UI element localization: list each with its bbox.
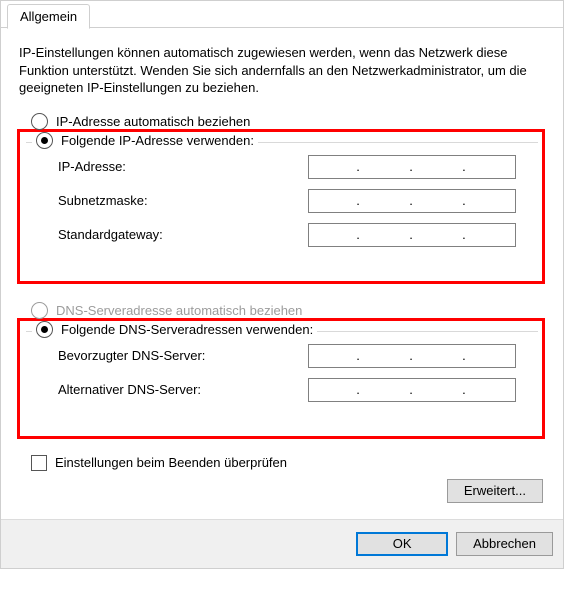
tab-general-label: Allgemein bbox=[20, 9, 77, 24]
validate-on-exit-label: Einstellungen beim Beenden überprüfen bbox=[55, 455, 287, 470]
radio-dns-manual[interactable] bbox=[36, 321, 53, 338]
tab-body: IP-Einstellungen können automatisch zuge… bbox=[1, 28, 563, 519]
ip-address-input[interactable]: . . . bbox=[308, 155, 516, 179]
tab-general[interactable]: Allgemein bbox=[7, 4, 90, 29]
dialog-footer: OK Abbrechen bbox=[1, 519, 563, 568]
advanced-button[interactable]: Erweitert... bbox=[447, 479, 543, 503]
preferred-dns-label: Bevorzugter DNS-Server: bbox=[58, 348, 308, 363]
subnet-mask-input[interactable]: . . . bbox=[308, 189, 516, 213]
radio-dns-manual-label: Folgende DNS-Serveradressen verwenden: bbox=[61, 322, 313, 337]
alternate-dns-label: Alternativer DNS-Server: bbox=[58, 382, 308, 397]
ok-button[interactable]: OK bbox=[356, 532, 448, 556]
validate-on-exit-checkbox[interactable]: Einstellungen beim Beenden überprüfen bbox=[31, 455, 545, 471]
checkbox-icon bbox=[31, 455, 47, 471]
radio-ip-manual[interactable] bbox=[36, 132, 53, 149]
default-gateway-input[interactable]: . . . bbox=[308, 223, 516, 247]
subnet-mask-label: Subnetzmaske: bbox=[58, 193, 308, 208]
radio-icon bbox=[31, 302, 48, 319]
alternate-dns-input[interactable]: . . . bbox=[308, 378, 516, 402]
cancel-button[interactable]: Abbrechen bbox=[456, 532, 553, 556]
radio-dns-auto-label: DNS-Serveradresse automatisch beziehen bbox=[56, 303, 302, 318]
radio-ip-auto-label: IP-Adresse automatisch beziehen bbox=[56, 114, 250, 129]
radio-icon bbox=[31, 113, 48, 130]
highlight-box-dns: Folgende DNS-Serveradressen verwenden: B… bbox=[17, 318, 545, 439]
tab-strip: Allgemein bbox=[1, 1, 563, 28]
radio-ip-manual-label: Folgende IP-Adresse verwenden: bbox=[61, 133, 254, 148]
default-gateway-label: Standardgateway: bbox=[58, 227, 308, 242]
ip-address-label: IP-Adresse: bbox=[58, 159, 308, 174]
properties-dialog: Allgemein IP-Einstellungen können automa… bbox=[0, 0, 564, 569]
group-dns-manual: Folgende DNS-Serveradressen verwenden: B… bbox=[26, 331, 538, 420]
highlight-box-ip: Folgende IP-Adresse verwenden: IP-Adress… bbox=[17, 129, 545, 284]
preferred-dns-input[interactable]: . . . bbox=[308, 344, 516, 368]
group-ip-manual: Folgende IP-Adresse verwenden: IP-Adress… bbox=[26, 142, 538, 265]
description-text: IP-Einstellungen können automatisch zuge… bbox=[19, 44, 545, 97]
